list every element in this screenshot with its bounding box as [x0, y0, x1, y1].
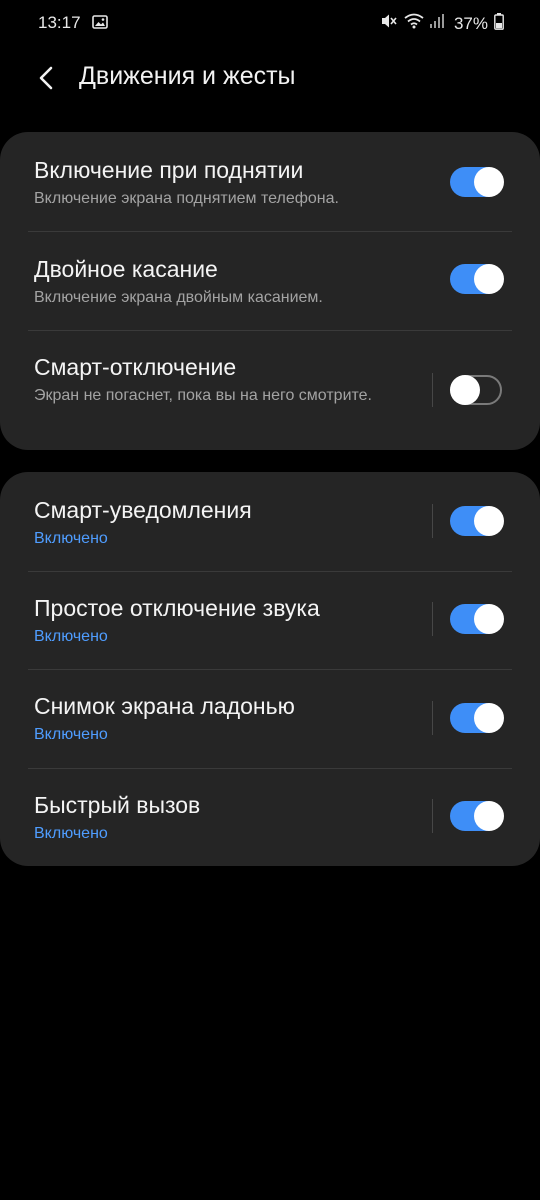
setting-smart-stay[interactable]: Смарт-отключение Экран не погаснет, пока…: [0, 330, 540, 450]
setting-direct-call[interactable]: Быстрый вызов Включено: [0, 768, 540, 866]
setting-status: Включено: [34, 825, 108, 842]
setting-status: Включено: [34, 628, 108, 645]
toggle-knob: [474, 703, 504, 733]
mute-icon: [380, 12, 398, 35]
signal-icon: [429, 13, 444, 34]
status-bar: 13:17 37%: [0, 0, 540, 46]
battery-icon: [494, 12, 504, 35]
setting-palm-swipe-capture[interactable]: Снимок экрана ладонью Включено: [0, 669, 540, 768]
setting-label: Простое отключение звука: [34, 595, 320, 621]
separator: [432, 504, 433, 538]
setting-lift-to-wake[interactable]: Включение при поднятии Включение экрана …: [0, 132, 540, 231]
toggle-knob: [474, 167, 504, 197]
settings-card-screen-wake: Включение при поднятии Включение экрана …: [0, 132, 540, 450]
toggle-switch[interactable]: [450, 801, 504, 831]
toggle-knob: [474, 604, 504, 634]
toggle-switch[interactable]: [450, 264, 504, 294]
setting-label: Включение при поднятии: [34, 157, 304, 183]
setting-easy-mute[interactable]: Простое отключение звука Включено: [0, 571, 540, 669]
separator: [432, 602, 433, 636]
battery-percent: 37%: [453, 13, 488, 33]
toggle-switch[interactable]: [450, 375, 502, 405]
wifi-icon: [404, 13, 424, 34]
toggle-knob: [450, 375, 480, 405]
setting-label: Быстрый вызов: [34, 792, 201, 818]
app-bar: Движения и жесты: [0, 48, 540, 108]
toggle-switch[interactable]: [450, 506, 504, 536]
setting-label: Снимок экрана ладонью: [34, 693, 295, 719]
setting-description: Экран не погаснет, пока вы на него смотр…: [34, 387, 372, 404]
setting-smart-alert[interactable]: Смарт-уведомления Включено: [0, 472, 540, 571]
setting-label: Двойное касание: [34, 256, 218, 282]
status-time: 13:17: [38, 13, 81, 32]
page-title: Движения и жесты: [79, 62, 296, 90]
setting-description: Включение экрана двойным касанием.: [34, 289, 323, 306]
toggle-knob: [474, 506, 504, 536]
setting-description: Включение экрана поднятием телефона.: [34, 190, 339, 207]
settings-card-gestures: Смарт-уведомления Включено Простое отклю…: [0, 472, 540, 866]
toggle-switch[interactable]: [450, 167, 504, 197]
setting-label: Смарт-отключение: [34, 354, 237, 380]
toggle-switch[interactable]: [450, 604, 504, 634]
separator: [432, 701, 433, 735]
toggle-switch[interactable]: [450, 703, 504, 733]
separator: [432, 799, 433, 833]
setting-status: Включено: [34, 530, 108, 547]
setting-status: Включено: [34, 726, 108, 743]
toggle-knob: [474, 801, 504, 831]
setting-double-tap[interactable]: Двойное касание Включение экрана двойным…: [0, 231, 540, 330]
gallery-icon: [92, 14, 108, 34]
separator: [432, 373, 433, 407]
setting-label: Смарт-уведомления: [34, 497, 252, 523]
toggle-knob: [474, 264, 504, 294]
back-arrow-icon[interactable]: [28, 60, 64, 96]
